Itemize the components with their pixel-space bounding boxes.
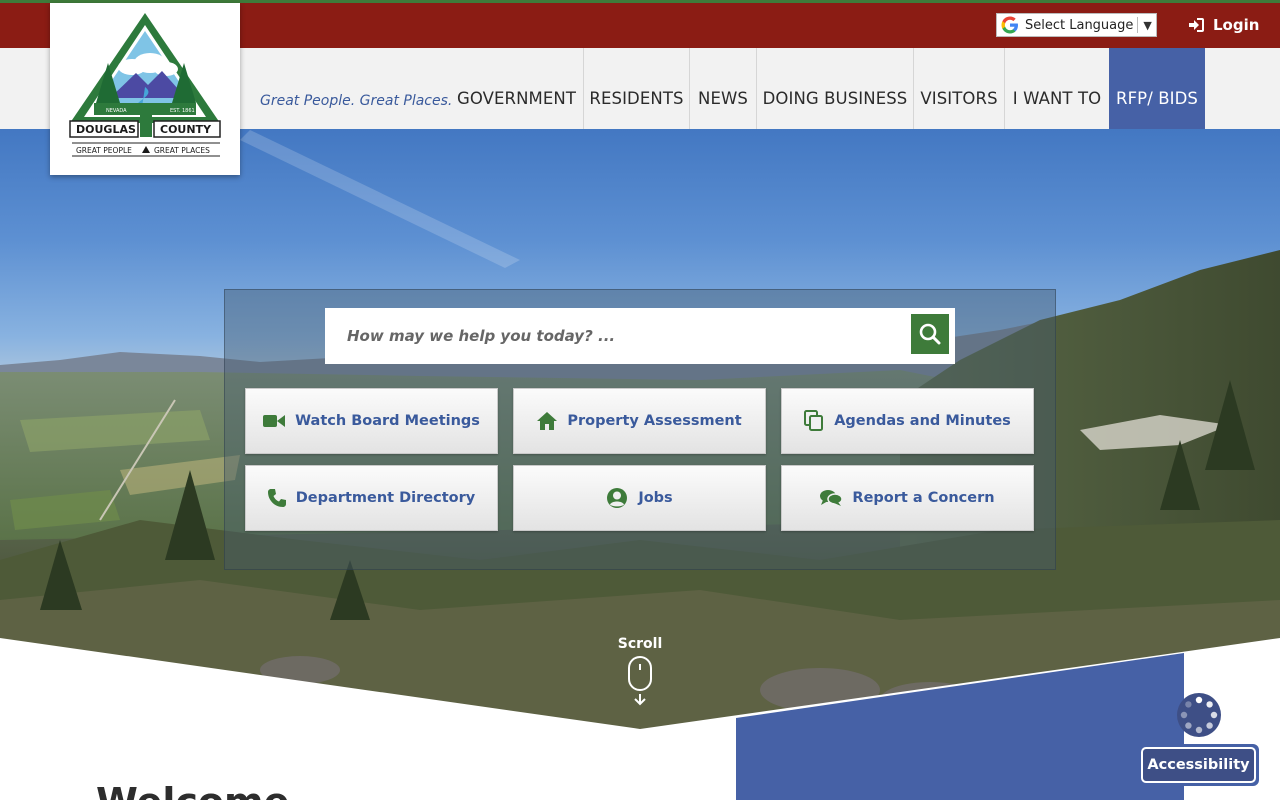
scroll-label: Scroll bbox=[617, 636, 663, 652]
welcome-heading: Welcome bbox=[96, 780, 289, 800]
logo-state: NEVADA bbox=[106, 108, 127, 114]
accessibility-button[interactable]: Accessibility bbox=[1138, 744, 1259, 786]
scroll-indicator[interactable]: Scroll bbox=[612, 636, 668, 706]
logo-name-right: COUNTY bbox=[160, 123, 212, 136]
mouse-scroll-icon bbox=[628, 656, 652, 706]
loading-spinner-icon bbox=[1177, 693, 1221, 737]
logo-motto-right: GREAT PLACES bbox=[154, 146, 210, 155]
logo-motto-left: GREAT PEOPLE bbox=[76, 146, 132, 155]
county-logo[interactable]: NEVADA EST. 1861 DOUGLAS COUNTY GREAT PE… bbox=[50, 3, 240, 175]
logo-name-left: DOUGLAS bbox=[76, 123, 136, 136]
accessibility-label: Accessibility bbox=[1141, 747, 1256, 783]
logo-established: EST. 1861 bbox=[170, 108, 195, 114]
logo-emblem: NEVADA EST. 1861 DOUGLAS COUNTY GREAT PE… bbox=[69, 13, 221, 157]
